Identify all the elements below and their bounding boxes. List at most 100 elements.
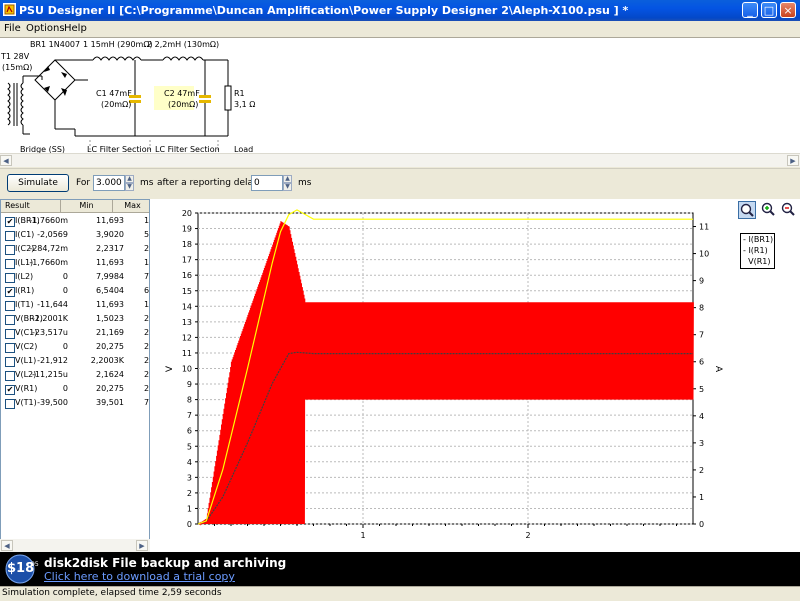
- row-checkbox[interactable]: ✔: [5, 287, 15, 297]
- row-max: 21,169: [96, 328, 124, 337]
- column-min[interactable]: Min: [61, 200, 113, 213]
- row-min: -39,500: [37, 398, 68, 407]
- banner-download-link[interactable]: Click here to download a trial copy: [44, 570, 235, 583]
- zoom-out-icon: [781, 202, 795, 216]
- minimize-button[interactable]: _: [742, 2, 758, 18]
- table-row[interactable]: V(BR1)-2,2001K1,50232,2: [1, 312, 149, 326]
- table-row[interactable]: I(L2)07,99847,: [1, 270, 149, 284]
- table-row[interactable]: ✔ I(BR1) -1,7660m 11,693 1: [1, 214, 149, 228]
- table-row[interactable]: ✔ V(R1) 0 20,275 2: [1, 382, 149, 396]
- table-row[interactable]: I(L1) -1,7660m 11,693 1: [1, 256, 149, 270]
- row-min: -1,7660m: [29, 216, 68, 225]
- row-checkbox[interactable]: [5, 259, 15, 269]
- row-checkbox[interactable]: [5, 371, 15, 381]
- row-checkbox[interactable]: [5, 399, 15, 409]
- row-name: V(R1): [15, 384, 38, 393]
- row-name: I(C1): [15, 230, 35, 239]
- row-max: 6,5404: [96, 286, 124, 295]
- y-right-tick-label: 9: [699, 277, 704, 286]
- delay-down-icon[interactable]: ▼: [283, 183, 292, 191]
- maximize-button[interactable]: □: [761, 2, 777, 18]
- zoom-in-button[interactable]: [760, 201, 778, 219]
- delay-input[interactable]: 0: [251, 175, 283, 191]
- row-checkbox[interactable]: [5, 329, 15, 339]
- chart-panel[interactable]: 0 1 2 3 4 5 6 7 8 9 10 11 12 13 14 15 16 17 18 19 20 0 1 2 3 4 5 6 7…: [150, 199, 800, 552]
- row-checkbox[interactable]: ✔: [5, 217, 15, 227]
- y-left-tick-label: 4: [187, 458, 192, 467]
- row-checkbox[interactable]: [5, 301, 15, 311]
- scroll-right-icon[interactable]: ▶: [787, 155, 799, 166]
- menu-options[interactable]: Options: [26, 21, 65, 36]
- row-checkbox[interactable]: [5, 231, 15, 241]
- table-row[interactable]: V(C1) -23,517u 21,169 2: [1, 326, 149, 340]
- table-row[interactable]: I(T1) -11,644 11,693 1: [1, 298, 149, 312]
- table-row[interactable]: I(C1)-2,05693,90205,: [1, 228, 149, 242]
- simulate-button[interactable]: Simulate: [7, 174, 69, 192]
- table-row[interactable]: V(T1) -39,500 39,501 7: [1, 396, 149, 410]
- row-min: 0: [62, 384, 68, 393]
- br1-label: BR1 1N4007: [30, 40, 81, 49]
- t1-label: T1 28V: [1, 52, 30, 61]
- menu-file[interactable]: File: [4, 21, 21, 36]
- y-left-tick-label: 9: [187, 380, 192, 389]
- y-right-tick-label: 11: [699, 223, 709, 232]
- column-result[interactable]: Result: [1, 200, 61, 213]
- r1-value: 3,1 Ω: [234, 100, 256, 109]
- row-min: 0: [62, 272, 68, 281]
- table-scroll-right-icon[interactable]: ▶: [136, 540, 148, 551]
- row-max: 1,5023: [96, 314, 124, 323]
- title-bar[interactable]: PSU Designer II [C:\Programme\Duncan Amp…: [0, 0, 800, 21]
- row-min: 0: [62, 342, 68, 351]
- row-max: 39,501: [96, 398, 124, 407]
- zoom-in-icon: [761, 202, 775, 216]
- y-left-tick-label: 19: [182, 225, 192, 234]
- y-left-tick-label: 7: [187, 411, 192, 420]
- y-left-tick-label: 15: [182, 287, 192, 296]
- menu-help[interactable]: Help: [64, 21, 87, 36]
- y-left-tick-label: 13: [182, 318, 192, 327]
- row-checkbox[interactable]: ✔: [5, 385, 15, 395]
- circuit-schematic[interactable]: T1 28V (15mΩ) BR1 1N4007 1 15mH (290mΩ) …: [0, 37, 800, 156]
- zoom-out-button[interactable]: [780, 201, 798, 219]
- table-row[interactable]: I(C2)-284,72m2,23172,: [1, 242, 149, 256]
- zoom-fit-button[interactable]: [738, 201, 756, 219]
- column-max[interactable]: Max: [113, 200, 149, 213]
- delay-up-icon[interactable]: ▲: [283, 175, 292, 183]
- r1-label: R1: [234, 89, 245, 98]
- row-checkbox[interactable]: [5, 245, 15, 255]
- legend-ir1: I(R1): [748, 246, 768, 255]
- c1-label: C1 47mF: [96, 89, 132, 98]
- scroll-left-icon[interactable]: ◀: [0, 155, 12, 166]
- row-max: 11,693: [96, 258, 124, 267]
- row-checkbox[interactable]: [5, 315, 15, 325]
- y-left-tick-label: 0: [187, 520, 192, 529]
- table-scrollbar[interactable]: ◀ ▶: [0, 539, 150, 552]
- table-scroll-left-icon[interactable]: ◀: [1, 540, 13, 551]
- duration-input[interactable]: 3.000: [93, 175, 125, 191]
- results-table[interactable]: Result Min Max ✔ I(BR1) -1,7660m 11,693 1 I(C…: [0, 199, 150, 552]
- row-min: 0: [62, 286, 68, 295]
- row-checkbox[interactable]: [5, 273, 15, 283]
- row-checkbox[interactable]: [5, 343, 15, 353]
- advert-banner[interactable]: $18 95 disk2disk File backup and archivi…: [0, 552, 800, 586]
- duration-up-icon[interactable]: ▲: [125, 175, 134, 183]
- table-row[interactable]: V(L1)-21,9122,2003K2,2: [1, 354, 149, 368]
- y-right-tick-label: 5: [699, 385, 704, 394]
- c2-label: C2 47mF: [164, 89, 200, 98]
- table-row[interactable]: ✔I(R1)06,54046,: [1, 284, 149, 298]
- price-cents: 95: [31, 561, 39, 568]
- waveform-chart[interactable]: 0123456789101112131415161718192001234567…: [150, 199, 800, 552]
- simulation-controls: Simulate For 3.000 ▲ ▼ ms after a report…: [0, 168, 800, 199]
- y-right-tick-label: 1: [699, 493, 704, 502]
- close-button[interactable]: ×: [780, 2, 796, 18]
- schematic-scrollbar[interactable]: ◀ ▶: [0, 153, 800, 167]
- duration-down-icon[interactable]: ▼: [125, 183, 134, 191]
- table-row[interactable]: V(L2)-11,215u2,16242,: [1, 368, 149, 382]
- table-row[interactable]: V(C2) 0 20,275 2: [1, 340, 149, 354]
- banner-headline: disk2disk File backup and archiving: [44, 556, 287, 570]
- row-min: -2,2001K: [31, 314, 68, 323]
- row-checkbox[interactable]: [5, 357, 15, 367]
- y-left-tick-label: 8: [187, 396, 192, 405]
- y-right-tick-label: 3: [699, 439, 704, 448]
- row-max: 2,2317: [96, 244, 124, 253]
